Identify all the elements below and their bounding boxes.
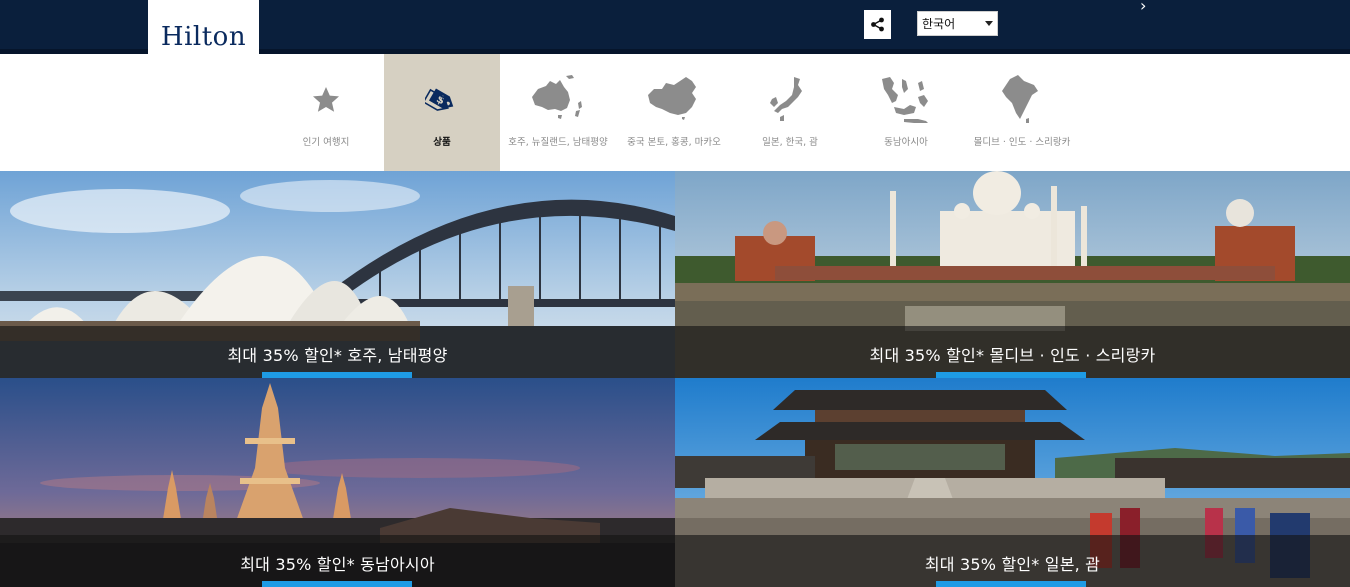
offer-tile-india[interactable]: 최대 35% 할인* 몰디브 · 인도 · 스리랑카 xyxy=(675,171,1350,378)
chevron-right-icon[interactable]: › xyxy=(1140,0,1146,15)
tab-japan-korea-guam[interactable]: 일본, 한국, 괌 xyxy=(732,54,848,171)
tab-popular-destinations[interactable]: 인기 여행지 xyxy=(268,54,384,171)
tab-label: 상품 xyxy=(433,137,451,148)
hilton-logo[interactable]: Hilton xyxy=(148,0,259,54)
offer-text: 최대 35% 할인* 일본, 괌 xyxy=(924,555,1101,574)
language-selected: 한국어 xyxy=(922,17,956,31)
tab-label: 중국 본토, 홍콩, 마카오 xyxy=(627,137,721,148)
offer-caption: 최대 35% 할인* 호주, 남태평양 xyxy=(0,326,675,378)
logo-text: Hilton xyxy=(160,22,247,52)
region-tabs: 인기 여행지 $ 상품 호주, 뉴질랜드, 남태평양 중국 본토, 홍콩, 마카… xyxy=(0,54,1350,171)
star-icon xyxy=(313,87,339,112)
tab-china-hk-macau[interactable]: 중국 본토, 홍콩, 마카오 xyxy=(616,54,732,171)
offer-text: 최대 35% 할인* 동남아시아 xyxy=(240,555,435,574)
offer-caption: 최대 35% 할인* 몰디브 · 인도 · 스리랑카 xyxy=(675,326,1350,378)
offer-accent-bar xyxy=(936,581,1086,587)
india-map-icon xyxy=(1002,75,1038,123)
offer-text: 최대 35% 할인* 몰디브 · 인도 · 스리랑카 xyxy=(869,346,1156,365)
caret-down-icon xyxy=(985,21,993,26)
tab-label: 호주, 뉴질랜드, 남태평양 xyxy=(508,137,608,148)
price-tag-icon: $ xyxy=(425,88,454,111)
tab-label: 인기 여행지 xyxy=(302,137,350,148)
site-header: Hilton › 한국어 xyxy=(0,0,1350,54)
tab-maldives-india-srilanka[interactable]: 몰디브 · 인도 · 스리랑카 xyxy=(964,54,1080,171)
offer-tile-australia[interactable]: 최대 35% 할인* 호주, 남태평양 xyxy=(0,171,675,378)
tab-southeast-asia[interactable]: 동남아시아 xyxy=(848,54,964,171)
tab-products[interactable]: $ 상품 xyxy=(384,54,500,171)
china-map-icon xyxy=(648,77,696,120)
offer-caption: 최대 35% 할인* 일본, 괌 xyxy=(675,535,1350,587)
tab-label: 동남아시아 xyxy=(884,137,928,148)
share-button[interactable] xyxy=(864,10,891,39)
offer-text: 최대 35% 할인* 호주, 남태평양 xyxy=(227,346,448,365)
offer-caption: 최대 35% 할인* 동남아시아 xyxy=(0,535,675,587)
tab-australia-nz-pacific[interactable]: 호주, 뉴질랜드, 남태평양 xyxy=(500,54,616,171)
share-icon xyxy=(871,17,884,32)
southeast-asia-map-icon xyxy=(882,77,928,123)
offer-tile-southeast-asia[interactable]: 최대 35% 할인* 동남아시아 xyxy=(0,378,675,587)
offer-tile-japan-guam[interactable]: 최대 35% 할인* 일본, 괌 xyxy=(675,378,1350,587)
japan-korea-map-icon xyxy=(770,77,802,121)
tab-label: 일본, 한국, 괌 xyxy=(762,137,818,148)
language-select[interactable]: 한국어 xyxy=(917,11,998,36)
australia-map-icon xyxy=(532,75,582,119)
offer-accent-bar xyxy=(262,581,412,587)
tab-label: 몰디브 · 인도 · 스리랑카 xyxy=(973,137,1071,148)
